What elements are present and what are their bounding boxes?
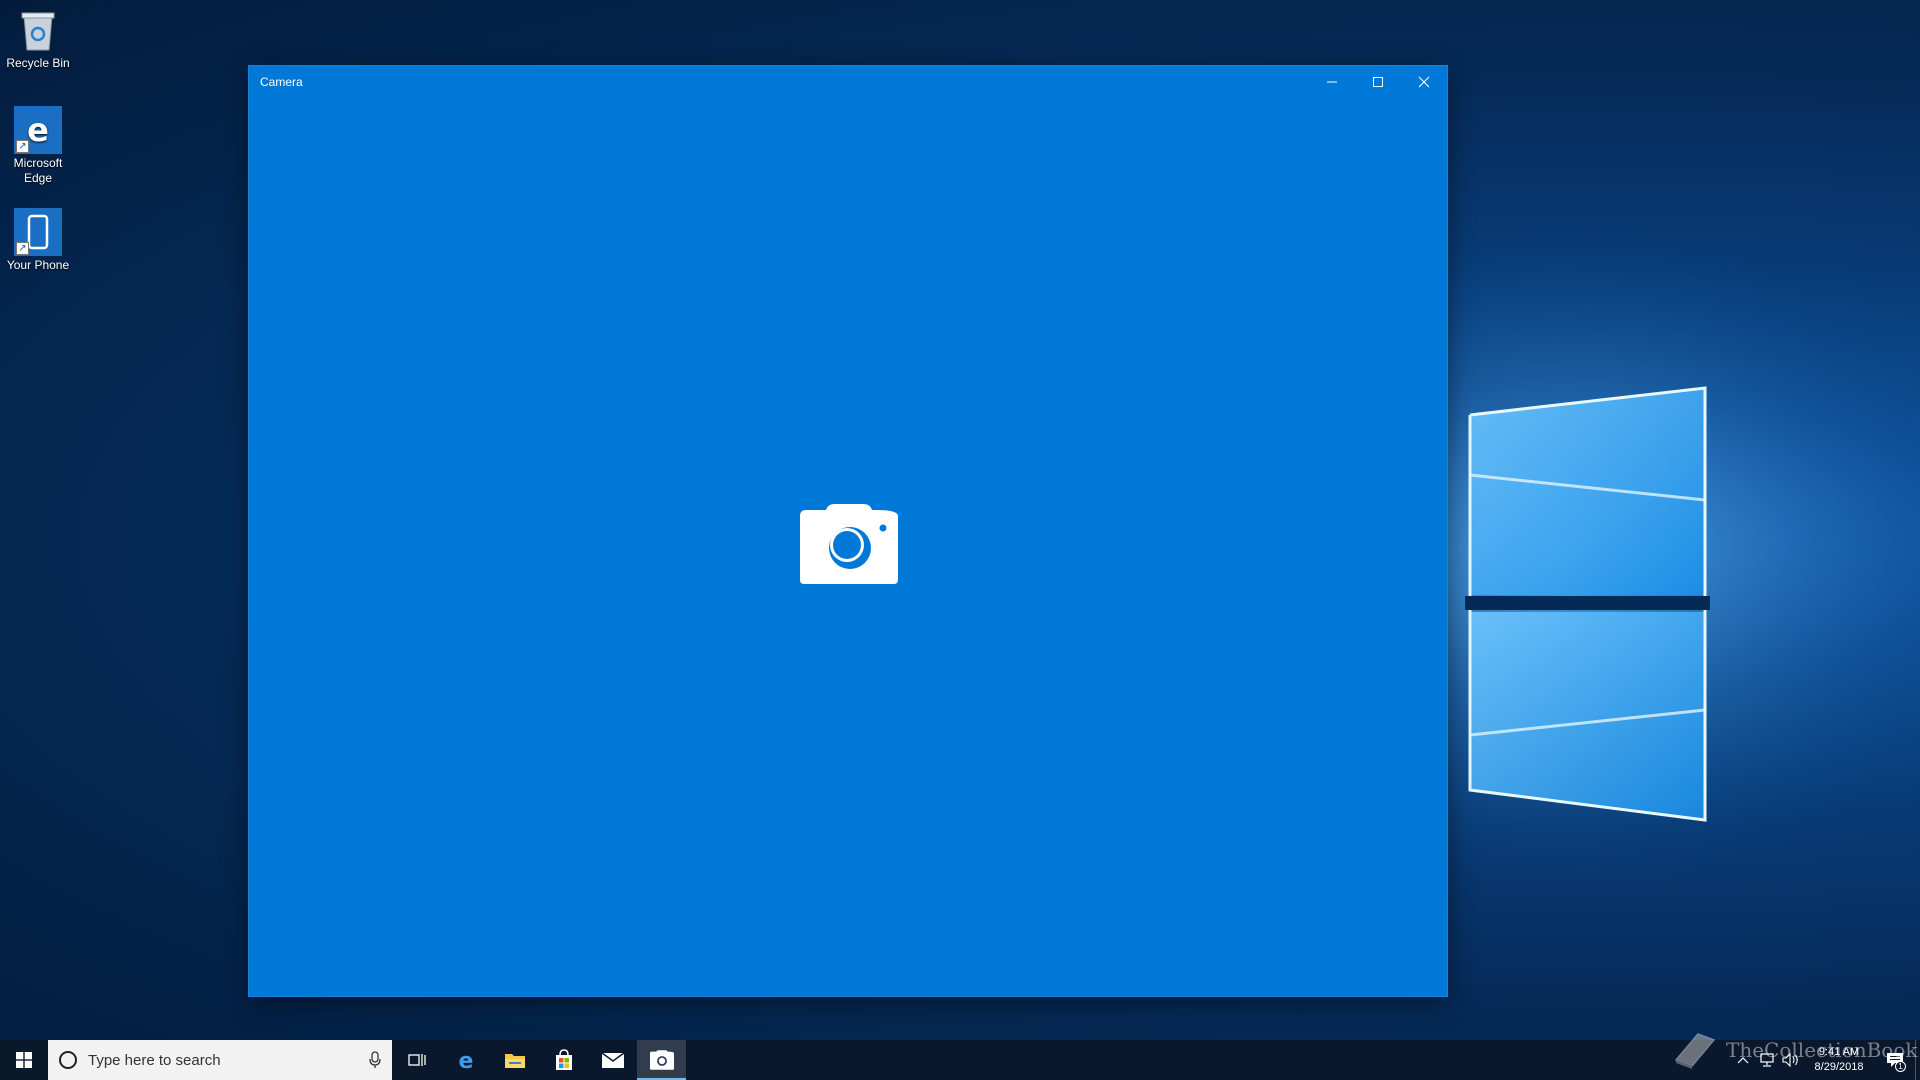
taskbar: Type here to search e 9:41 AM 8/29/2018 … <box>0 1040 1920 1080</box>
taskbar-mail[interactable] <box>588 1040 637 1080</box>
camera-window[interactable]: Camera <box>248 65 1448 997</box>
start-button[interactable] <box>0 1040 48 1080</box>
desktop-icon-recycle-bin[interactable]: Recycle Bin <box>4 6 72 71</box>
network-button[interactable] <box>1755 1040 1779 1080</box>
taskbar-file-explorer[interactable] <box>490 1040 539 1080</box>
phone-icon: ↗ <box>14 208 62 256</box>
shortcut-arrow-icon: ↗ <box>16 242 29 255</box>
show-hidden-icons-button[interactable] <box>1731 1040 1755 1080</box>
search-placeholder: Type here to search <box>88 1051 221 1069</box>
file-explorer-icon <box>504 1054 525 1068</box>
title-bar[interactable]: Camera <box>249 66 1447 98</box>
edge-icon: e ↗ <box>14 106 62 154</box>
volume-icon <box>1782 1053 1798 1067</box>
notification-count: 1 <box>1895 1061 1906 1072</box>
window-title: Camera <box>260 75 303 89</box>
action-center-button[interactable]: 1 <box>1875 1040 1915 1080</box>
taskbar-edge[interactable]: e <box>441 1040 490 1080</box>
taskbar-camera[interactable] <box>637 1040 686 1080</box>
desktop-icon-label: Your Phone <box>6 258 70 272</box>
shortcut-arrow-icon: ↗ <box>16 140 29 153</box>
mail-icon <box>601 1052 624 1068</box>
desktop-icon-your-phone[interactable]: ↗ Your Phone <box>4 208 72 273</box>
microphone-icon[interactable] <box>368 1051 382 1069</box>
taskbar-store[interactable] <box>539 1040 588 1080</box>
svg-text:e: e <box>458 1049 473 1071</box>
cortana-icon <box>59 1051 77 1069</box>
volume-button[interactable] <box>1779 1040 1803 1080</box>
maximize-icon <box>1373 77 1383 87</box>
task-view-button[interactable] <box>392 1040 441 1080</box>
chevron-up-icon <box>1737 1057 1749 1064</box>
close-icon <box>1418 76 1430 88</box>
svg-text:e: e <box>27 113 49 147</box>
recycle-bin-icon <box>14 6 62 54</box>
search-box[interactable]: Type here to search <box>48 1040 392 1080</box>
windows-logo-icon <box>16 1052 32 1068</box>
desktop-icon-label: Microsoft Edge <box>13 156 63 185</box>
clock-time: 9:41 AM <box>1818 1046 1860 1058</box>
minimize-button[interactable] <box>1309 66 1355 98</box>
maximize-button[interactable] <box>1355 66 1401 98</box>
network-icon <box>1760 1053 1774 1067</box>
desktop-icon-label: Recycle Bin <box>6 56 70 70</box>
system-tray: 9:41 AM 8/29/2018 1 <box>1731 1040 1920 1080</box>
camera-icon <box>800 504 898 584</box>
store-icon <box>555 1049 572 1070</box>
show-desktop-button[interactable] <box>1915 1040 1920 1080</box>
desktop-icon-microsoft-edge[interactable]: e ↗ Microsoft Edge <box>4 106 72 186</box>
minimize-icon <box>1327 81 1337 83</box>
clock-date: 8/29/2018 <box>1814 1061 1864 1073</box>
edge-icon: e <box>458 1049 473 1071</box>
task-view-icon <box>407 1054 426 1066</box>
camera-icon <box>649 1050 674 1070</box>
clock[interactable]: 9:41 AM 8/29/2018 <box>1803 1045 1875 1075</box>
close-button[interactable] <box>1401 66 1447 98</box>
